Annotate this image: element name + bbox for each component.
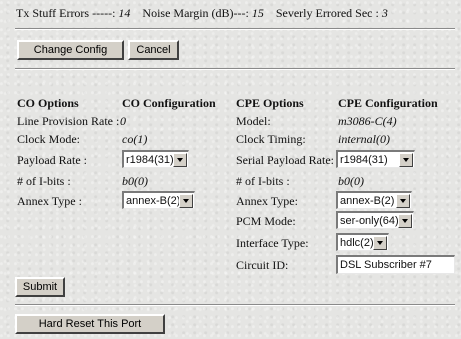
- co-configuration-header: CO Configuration: [122, 96, 216, 110]
- severly-errored-label: Severly Errored Sec :: [275, 6, 379, 20]
- severly-errored-value: 3: [381, 6, 388, 20]
- payload-rate-label: Payload Rate :: [17, 153, 87, 167]
- clock-timing-value: internal(0): [338, 132, 390, 146]
- co-annex-type-select[interactable]: annex-B(2): [122, 191, 195, 209]
- model-label: Model:: [236, 114, 271, 128]
- clock-timing-label: Clock Timing:: [236, 132, 306, 146]
- pcm-mode-value: ser-only(64): [340, 214, 399, 227]
- change-config-button[interactable]: Change Config: [17, 40, 124, 60]
- co-ibits-value: b0(0): [122, 174, 148, 188]
- chevron-down-icon: [396, 194, 410, 208]
- interface-type-label: Interface Type:: [236, 236, 309, 250]
- line-rate-label: Line Provision Rate :: [17, 114, 120, 128]
- cpe-annex-type-select[interactable]: annex-B(2): [336, 191, 412, 209]
- interface-type-select[interactable]: hdlc(2): [336, 233, 389, 251]
- pcm-mode-label: PCM Mode:: [236, 214, 296, 228]
- cancel-button[interactable]: Cancel: [128, 40, 179, 60]
- interface-type-value: hdlc(2): [340, 236, 374, 249]
- co-ibits-label: # of I-bits :: [17, 174, 71, 188]
- chevron-down-icon: [179, 194, 193, 208]
- cpe-annex-type-value: annex-B(2): [340, 194, 395, 207]
- tx-stuff-errors-value: 14: [118, 6, 131, 20]
- pcm-mode-select[interactable]: ser-only(64): [336, 211, 414, 229]
- circuit-id-label: Circuit ID:: [236, 258, 289, 272]
- circuit-id-value: DSL Subscriber #7: [340, 259, 432, 271]
- submit-button[interactable]: Submit: [15, 277, 65, 297]
- circuit-id-input[interactable]: DSL Subscriber #7: [336, 255, 455, 274]
- bottom-divider: [15, 304, 455, 306]
- chevron-down-icon: [173, 153, 187, 167]
- model-value: m3086-C(4): [338, 114, 397, 128]
- clock-mode-label: Clock Mode:: [17, 132, 80, 146]
- cpe-ibits-label: # of I-bits :: [236, 174, 290, 188]
- noise-margin-label: Noise Margin (dB)---:: [142, 6, 249, 20]
- serial-payload-label: Serial Payload Rate:: [236, 153, 334, 167]
- co-annex-type-value: annex-B(2): [126, 194, 181, 207]
- chevron-down-icon: [373, 236, 387, 250]
- cpe-configuration-header: CPE Configuration: [338, 96, 438, 110]
- chevron-down-icon: [399, 153, 413, 167]
- cpe-annex-type-label: Annex Type:: [236, 194, 298, 208]
- cpe-ibits-value: b0(0): [338, 174, 364, 188]
- serial-payload-select[interactable]: r1984(31): [336, 150, 415, 168]
- payload-rate-select[interactable]: r1984(31): [122, 150, 189, 168]
- stats-line: Tx Stuff Errors -----: 14 Noise Margin (…: [16, 6, 388, 21]
- hard-reset-button[interactable]: Hard Reset This Port: [15, 314, 165, 334]
- tx-stuff-errors-label: Tx Stuff Errors -----:: [16, 6, 116, 20]
- clock-mode-value: co(1): [122, 132, 148, 146]
- top-divider: [15, 28, 455, 30]
- serial-payload-value: r1984(31): [340, 153, 388, 166]
- co-annex-type-label: Annex Type :: [17, 194, 82, 208]
- payload-rate-value: r1984(31): [126, 153, 174, 166]
- line-rate-value: 0: [120, 114, 126, 128]
- middle-divider: [15, 68, 455, 70]
- chevron-down-icon: [398, 214, 412, 228]
- co-options-header: CO Options: [17, 96, 79, 110]
- noise-margin-value: 15: [251, 6, 264, 20]
- cpe-options-header: CPE Options: [236, 96, 304, 110]
